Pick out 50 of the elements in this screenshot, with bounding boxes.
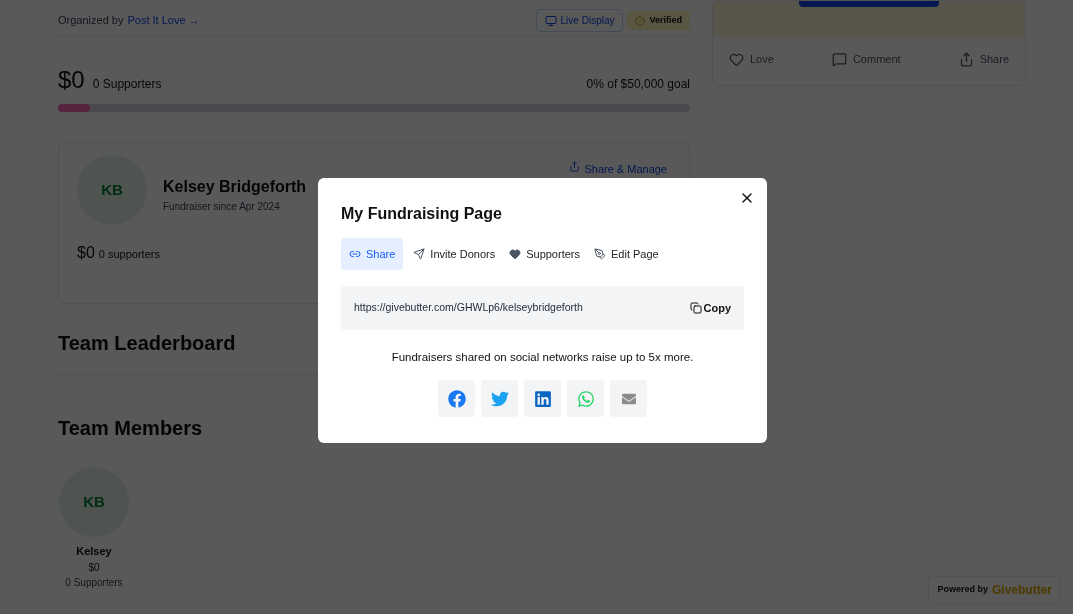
- monitor-icon: [544, 14, 557, 27]
- linkedin-icon: [533, 389, 552, 408]
- live-display-button[interactable]: Live Display: [535, 9, 624, 32]
- dialog-tab[interactable]: Share: [341, 238, 404, 270]
- dialog-tab[interactable]: Edit Page: [590, 238, 663, 270]
- member-supporters: 0 Supporters: [65, 575, 123, 590]
- copy-icon: [689, 302, 702, 314]
- organizer-link[interactable]: Post It Love →: [127, 12, 200, 29]
- check-icon: [635, 15, 646, 26]
- member-raised: $0: [88, 560, 100, 575]
- share-manage-link[interactable]: Share & Manage: [569, 161, 667, 225]
- fundraiser-supporters: 0 supporters: [98, 247, 160, 262]
- dialog-tab[interactable]: Invite Donors: [409, 238, 500, 270]
- post-action-button[interactable]: Comment: [831, 51, 901, 68]
- raised-amount: $0: [58, 65, 85, 95]
- copy-button[interactable]: Copy: [689, 299, 731, 317]
- facebook-icon: [447, 389, 466, 408]
- speech-bubble-icon: [831, 51, 847, 67]
- post-action-button[interactable]: Share: [958, 51, 1009, 68]
- social-share-button[interactable]: [481, 380, 518, 418]
- dialog-title: My Fundraising Page: [341, 204, 503, 224]
- post-action-button[interactable]: Love: [729, 51, 774, 68]
- upload-icon: [958, 51, 974, 67]
- organizer-text: Organized by: [58, 13, 124, 29]
- link-icon: [349, 248, 361, 260]
- paper-plane-icon: [413, 248, 426, 260]
- fundraiser-since: Fundraiser since Apr 2024: [163, 200, 281, 214]
- fundraiser-name: Kelsey Bridgeforth: [163, 177, 307, 197]
- member-name: Kelsey: [76, 544, 112, 559]
- social-share-button[interactable]: [524, 380, 561, 418]
- section-heading: Team Leaderboard: [58, 331, 236, 356]
- brand-name: Givebutter: [992, 582, 1052, 599]
- heart-icon: [729, 51, 744, 67]
- social-share-button[interactable]: [610, 380, 647, 418]
- dialog-tab[interactable]: Supporters: [505, 238, 584, 270]
- share-note: Fundraisers shared on social networks raise up to 5x more.: [390, 350, 695, 365]
- envelope-icon: [621, 391, 636, 406]
- heart-icon: [509, 248, 522, 260]
- goal-text: 0% of $50,000 goal: [586, 76, 690, 93]
- upload-icon: [569, 161, 581, 172]
- supporters-count: 0 Supporters: [92, 76, 162, 93]
- whatsapp-icon: [576, 389, 595, 408]
- url-text: https://givebutter.com/GHWLp6/kelseybridgeforth: [354, 300, 583, 316]
- powered-by-label: Powered by: [937, 583, 988, 597]
- social-share-button[interactable]: [438, 380, 475, 418]
- twitter-icon: [490, 389, 509, 408]
- fundraiser-raised: $0: [77, 243, 95, 263]
- section-heading: Team Members: [58, 416, 203, 441]
- pen-icon: [594, 248, 606, 260]
- verified-badge: Verified: [627, 10, 690, 31]
